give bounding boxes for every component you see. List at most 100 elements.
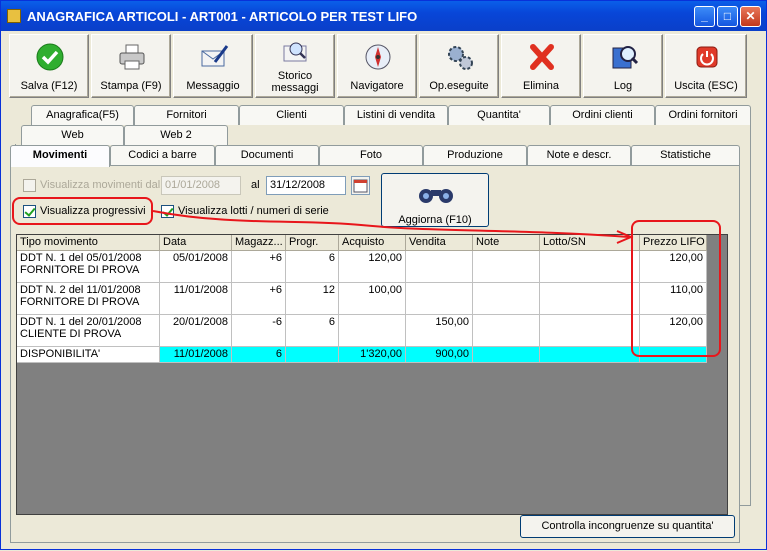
cell-acquisto[interactable]: 120,00 (339, 251, 406, 283)
binoculars-icon (419, 189, 453, 203)
tab-documenti[interactable]: Documenti (215, 145, 319, 165)
cell-data[interactable]: 05/01/2008 (160, 251, 232, 283)
tab-anagrafica[interactable]: Anagrafica(F5) (31, 105, 134, 125)
app-icon (7, 9, 21, 23)
cell-lotto[interactable] (540, 251, 640, 283)
toolbar: Salva (F12) Stampa (F9) Messaggio Storic… (9, 34, 757, 100)
table-row[interactable]: DDT N. 1 del 05/01/2008 FORNITORE DI PROV… (17, 251, 160, 283)
tipo-line-2: CLIENTE DI PROVA (20, 328, 122, 340)
main-window: ANAGRAFICA ARTICOLI - ART001 - ARTICOLO … (0, 0, 767, 550)
tab-fornitori[interactable]: Fornitori (134, 105, 239, 125)
cell-vendita[interactable] (406, 251, 473, 283)
tipo-line-2: FORNITORE DI PROVA (20, 296, 140, 308)
message-history-button[interactable]: Storico messaggi (255, 34, 335, 98)
visualizza-lotti-checkbox[interactable] (161, 205, 174, 218)
tipo-line-1: DDT N. 1 del 05/01/2008 (20, 252, 142, 264)
col-note[interactable]: Note (473, 235, 540, 251)
total-acquisto[interactable]: 1'320,00 (339, 347, 406, 363)
cell-progr[interactable]: 12 (286, 283, 339, 315)
operations-label: Op.eseguite (429, 80, 489, 92)
tab-clienti[interactable]: Clienti (239, 105, 344, 125)
navigator-button[interactable]: Navigatore (337, 34, 417, 98)
controlla-incongruenze-button[interactable]: Controlla incongruenze su quantita' (520, 515, 735, 538)
calendar-button[interactable] (351, 176, 370, 195)
title-bar: ANAGRAFICA ARTICOLI - ART001 - ARTICOLO … (1, 1, 766, 31)
total-magazz[interactable]: 6 (232, 347, 286, 363)
col-progr[interactable]: Progr. (286, 235, 339, 251)
aggiorna-label: Aggiorna (F10) (398, 214, 472, 226)
tab-statistiche[interactable]: Statistiche (631, 145, 740, 165)
tab-ordini-clienti[interactable]: Ordini clienti (550, 105, 655, 125)
aggiorna-button[interactable]: Aggiorna (F10) (381, 173, 489, 227)
col-magazzino[interactable]: Magazz... (232, 235, 286, 251)
red-x-icon (530, 44, 554, 70)
tab-foto[interactable]: Foto (319, 145, 423, 165)
movimenti-grid: Tipo movimento Data Magazz... Progr. Acq… (16, 234, 728, 515)
total-row-label[interactable]: DISPONIBILITA' (17, 347, 160, 363)
tab-ordini-fornitori[interactable]: Ordini fornitori (655, 105, 751, 125)
minimize-button[interactable]: _ (694, 6, 715, 27)
total-note[interactable] (473, 347, 540, 363)
save-label: Salva (F12) (20, 80, 78, 92)
col-acquisto[interactable]: Acquisto (339, 235, 406, 251)
print-label: Stampa (F9) (100, 80, 162, 92)
log-button[interactable]: Log (583, 34, 663, 98)
save-button[interactable]: Salva (F12) (9, 34, 89, 98)
total-progr[interactable] (286, 347, 339, 363)
tab-produzione[interactable]: Produzione (423, 145, 527, 165)
tab-note-descr[interactable]: Note e descr. (527, 145, 631, 165)
close-button[interactable]: ✕ (740, 6, 761, 27)
visualizza-movimenti-checkbox[interactable] (23, 179, 36, 192)
cell-progr[interactable]: 6 (286, 315, 339, 347)
maximize-button[interactable]: □ (717, 6, 738, 27)
tipo-line-1: DDT N. 2 del 11/01/2008 (20, 284, 141, 296)
cell-data[interactable]: 11/01/2008 (160, 283, 232, 315)
total-data[interactable]: 11/01/2008 (160, 347, 232, 363)
annotation-progressivi-outline (12, 197, 153, 225)
col-data[interactable]: Data (160, 235, 232, 251)
tab-web[interactable]: Web (21, 125, 124, 145)
tab-listini[interactable]: Listini di vendita (344, 105, 448, 125)
visualizza-movimenti-label: Visualizza movimenti dal (40, 179, 161, 191)
exit-button[interactable]: Uscita (ESC) (665, 34, 747, 98)
al-label: al (251, 179, 260, 191)
cell-note[interactable] (473, 251, 540, 283)
tab-codici-a-barre[interactable]: Codici a barre (110, 145, 215, 165)
cell-note[interactable] (473, 283, 540, 315)
cell-magazz[interactable]: +6 (232, 283, 286, 315)
cell-lotto[interactable] (540, 283, 640, 315)
window-title: ANAGRAFICA ARTICOLI - ART001 - ARTICOLO … (27, 9, 418, 24)
cell-magazz[interactable]: -6 (232, 315, 286, 347)
cell-note[interactable] (473, 315, 540, 347)
navigator-label: Navigatore (350, 80, 404, 92)
visualizza-lotti-label: Visualizza lotti / numeri di serie (178, 205, 329, 217)
date-from-field[interactable]: 01/01/2008 (161, 176, 241, 195)
cell-magazz[interactable]: +6 (232, 251, 286, 283)
printer-icon (119, 44, 145, 70)
message-button[interactable]: Messaggio (173, 34, 253, 98)
cell-acquisto[interactable] (339, 315, 406, 347)
tab-web-2[interactable]: Web 2 (124, 125, 228, 145)
table-row[interactable]: DDT N. 2 del 11/01/2008 FORNITORE DI PROV… (17, 283, 160, 315)
col-tipo-movimento[interactable]: Tipo movimento (17, 235, 160, 251)
tab-quantita[interactable]: Quantita' (448, 105, 550, 125)
delete-button[interactable]: Elimina (501, 34, 581, 98)
cell-vendita[interactable] (406, 283, 473, 315)
col-lotto-sn[interactable]: Lotto/SN (540, 235, 640, 251)
tabs-row-1: Anagrafica(F5) Fornitori Clienti Listini… (31, 105, 751, 125)
cell-progr[interactable]: 6 (286, 251, 339, 283)
magnifier-book-icon (612, 46, 639, 69)
tab-movimenti[interactable]: Movimenti (10, 145, 110, 167)
cell-data[interactable]: 20/01/2008 (160, 315, 232, 347)
operations-button[interactable]: Op.eseguite (419, 34, 499, 98)
print-button[interactable]: Stampa (F9) (91, 34, 171, 98)
compass-icon (365, 44, 391, 70)
date-to-field[interactable]: 31/12/2008 (266, 176, 346, 195)
cell-acquisto[interactable]: 100,00 (339, 283, 406, 315)
col-vendita[interactable]: Vendita (406, 235, 473, 251)
table-row[interactable]: DDT N. 1 del 20/01/2008 CLIENTE DI PROVA (17, 315, 160, 347)
cell-vendita[interactable]: 150,00 (406, 315, 473, 347)
total-vendita[interactable]: 900,00 (406, 347, 473, 363)
total-lotto[interactable] (540, 347, 640, 363)
cell-lotto[interactable] (540, 315, 640, 347)
